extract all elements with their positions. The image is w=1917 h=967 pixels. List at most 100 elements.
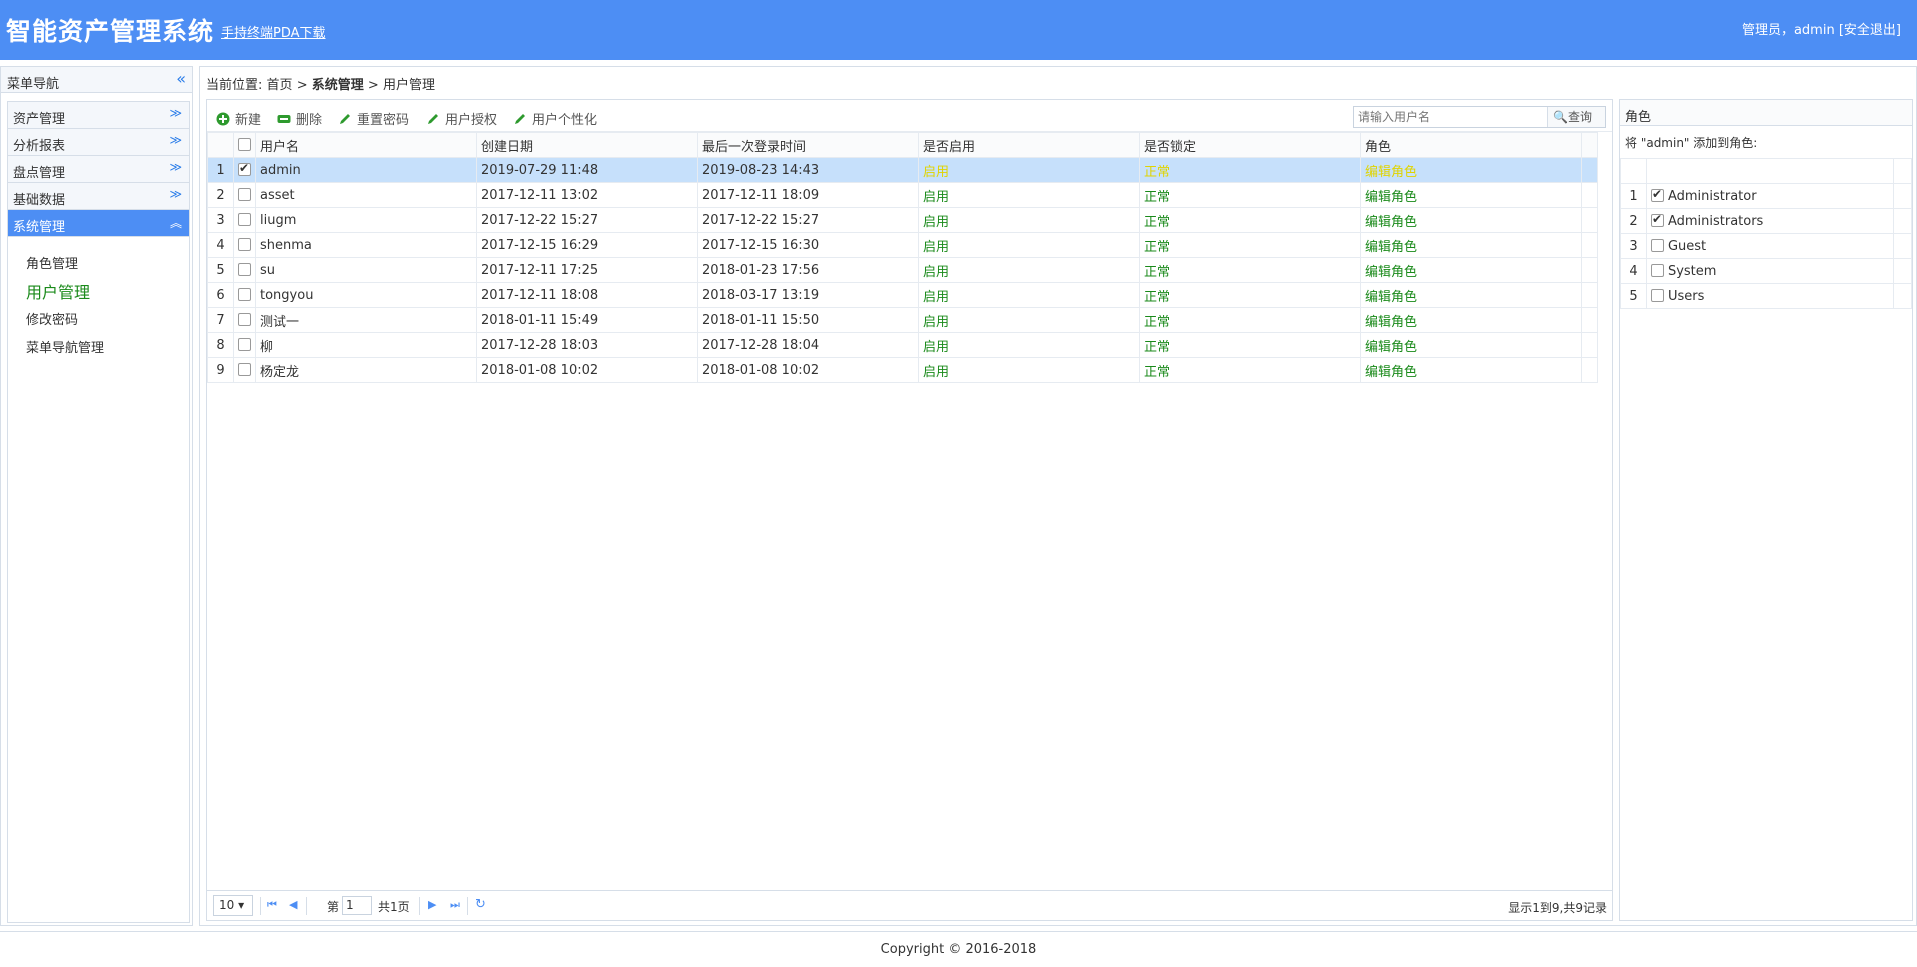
enabled-cell: 启用 [918, 357, 1140, 383]
role-row[interactable]: 4 System [1620, 258, 1912, 284]
row-checkbox-cell[interactable] [233, 182, 256, 208]
role-cell[interactable]: Users [1645, 283, 1895, 309]
sidebar-item-menu-management[interactable]: 菜单导航管理 [8, 335, 189, 363]
sidebar-section-assets[interactable]: 资产管理 ≫ [8, 102, 189, 129]
role-header-cell [1645, 158, 1895, 184]
select-all-checkbox[interactable] [238, 137, 251, 151]
role-checkbox[interactable] [1650, 212, 1664, 227]
table-row[interactable]: 4 shenma 2017-12-15 16:29 2017-12-15 16:30 启… [207, 232, 1598, 258]
table-row[interactable]: 1 admin2019-07-29 11:482019-08-23 14:43启用… [207, 157, 1598, 183]
table-row[interactable]: 6 tongyou 2017-12-11 18:08 2018-03-17 13:19… [207, 282, 1598, 308]
pager-divider [260, 897, 261, 915]
sidebar-section-reports[interactable]: 分析报表 ≫ [8, 129, 189, 156]
role-row[interactable]: 1 Administrator [1620, 183, 1912, 209]
row-checkbox[interactable] [238, 237, 251, 251]
locked-cell: 正常 [1139, 207, 1361, 233]
page-size-select[interactable]: 10 ▾ [213, 895, 253, 916]
user-table: 用户名 创建日期 最后一次登录时间 是否启用 是否锁定 角色 1admin201… [207, 132, 1598, 383]
header-role[interactable]: 角色 [1360, 132, 1582, 158]
reset-password-button[interactable]: 重置密码 [338, 109, 409, 128]
row-checkbox[interactable] [238, 212, 251, 226]
user-personalize-button[interactable]: 用户个性化 [513, 109, 597, 128]
delete-button[interactable]: 删除 [277, 109, 322, 128]
header-created[interactable]: 创建日期 [476, 132, 698, 158]
page-total: 共1页 [378, 900, 410, 914]
double-chevron-left-icon[interactable]: « [176, 69, 186, 88]
role-row[interactable]: 3 Guest [1620, 233, 1912, 259]
role-row[interactable]: 5 Users [1620, 283, 1912, 309]
table-row[interactable]: 2 asset 2017-12-11 13:02 2017-12-11 18:09 启用… [207, 182, 1598, 208]
row-checkbox-cell[interactable] [233, 282, 256, 308]
row-checkbox[interactable] [238, 337, 251, 351]
row-checkbox[interactable] [238, 161, 251, 176]
sidebar-section-basedata[interactable]: 基础数据 ≫ [8, 183, 189, 210]
row-checkbox[interactable] [238, 362, 251, 376]
role-cell[interactable]: Administrator [1645, 183, 1895, 209]
header-enabled[interactable]: 是否启用 [918, 132, 1140, 158]
role-cell[interactable]: System [1645, 258, 1895, 284]
first-page-icon[interactable]: ⏮ [267, 898, 277, 912]
edit-role-link[interactable]: 编辑角色 [1360, 282, 1582, 308]
table-row[interactable]: 5 su 2017-12-11 17:25 2018-01-23 17:56 启用 正常编… [207, 257, 1598, 283]
row-checkbox[interactable] [238, 187, 251, 201]
table-row[interactable]: 3 liugm 2017-12-22 15:27 2017-12-22 15:27 启用… [207, 207, 1598, 233]
row-checkbox-cell[interactable] [233, 232, 256, 258]
role-checkbox[interactable] [1650, 238, 1664, 252]
row-number: 6 [207, 282, 234, 308]
enabled-cell: 启用 [918, 182, 1140, 208]
page-prefix: 第 [327, 900, 340, 914]
sidebar-section-system[interactable]: 系统管理 ︽ [8, 210, 189, 237]
prev-page-icon[interactable]: ◀ [289, 898, 297, 911]
breadcrumb-home[interactable]: 首页 [267, 78, 293, 93]
edit-role-link[interactable]: 编辑角色 [1360, 207, 1582, 233]
edit-role-link[interactable]: 编辑角色 [1360, 257, 1582, 283]
row-checkbox[interactable] [238, 287, 251, 301]
logout-link[interactable]: [安全退出] [1839, 23, 1901, 38]
role-checkbox[interactable] [1650, 187, 1664, 202]
edit-role-link[interactable]: 编辑角色 [1360, 157, 1582, 183]
header-locked[interactable]: 是否锁定 [1139, 132, 1361, 158]
next-page-icon[interactable]: ▶ [428, 898, 436, 911]
table-row[interactable]: 7 测试一 2018-01-11 15:49 2018-01-11 15:50 启用 正常… [207, 307, 1598, 333]
refresh-icon[interactable]: ↻ [475, 897, 486, 912]
role-cell[interactable]: Guest [1645, 233, 1895, 259]
row-checkbox-cell[interactable] [233, 257, 256, 283]
breadcrumb-system: 系统管理 [311, 78, 364, 93]
page-number-input[interactable]: 1 [342, 896, 372, 915]
header-checkbox[interactable] [233, 132, 256, 158]
role-checkbox[interactable] [1650, 288, 1664, 302]
edit-role-link[interactable]: 编辑角色 [1360, 332, 1582, 358]
sidebar-item-change-password[interactable]: 修改密码 [8, 307, 189, 335]
row-checkbox-cell[interactable] [233, 332, 256, 358]
row-number: 2 [207, 182, 234, 208]
edit-role-link[interactable]: 编辑角色 [1360, 357, 1582, 383]
row-checkbox-cell[interactable] [233, 157, 256, 183]
sidebar-item-user-management[interactable]: 用户管理 [8, 279, 189, 307]
search-input[interactable] [1354, 107, 1548, 127]
header-last-login[interactable]: 最后一次登录时间 [697, 132, 919, 158]
new-button[interactable]: 新建 [216, 109, 261, 128]
search-button[interactable]: 🔍查询 [1548, 107, 1605, 127]
role-cell[interactable]: Administrators [1645, 208, 1895, 234]
row-checkbox-cell[interactable] [233, 207, 256, 233]
sidebar-section-inventory[interactable]: 盘点管理 ≫ [8, 156, 189, 183]
row-checkbox-cell[interactable] [233, 307, 256, 333]
enabled-cell: 启用 [918, 307, 1140, 333]
role-checkbox[interactable] [1650, 263, 1664, 277]
last-page-icon[interactable]: ⏭ [450, 898, 460, 912]
header-username[interactable]: 用户名 [255, 132, 477, 158]
row-checkbox-cell[interactable] [233, 357, 256, 383]
edit-role-link[interactable]: 编辑角色 [1360, 232, 1582, 258]
edit-role-link[interactable]: 编辑角色 [1360, 182, 1582, 208]
row-checkbox[interactable] [238, 312, 251, 326]
sidebar-section-label: 盘点管理 [13, 166, 66, 181]
edit-role-link[interactable]: 编辑角色 [1360, 307, 1582, 333]
table-row[interactable]: 9 杨定龙 2018-01-08 10:02 2018-01-08 10:02 启用 正常… [207, 357, 1598, 383]
sidebar-item-role-management[interactable]: 角色管理 [8, 251, 189, 279]
role-row[interactable]: 2 Administrators [1620, 208, 1912, 234]
user-authorize-button[interactable]: 用户授权 [426, 109, 497, 128]
table-row[interactable]: 8 柳 2017-12-28 18:03 2017-12-28 18:04 启用 正常 编辑… [207, 332, 1598, 358]
last-login-cell: 2017-12-28 18:04 [697, 332, 919, 358]
pda-download-link[interactable]: 手持终端PDA下载 [221, 22, 326, 41]
row-checkbox[interactable] [238, 262, 251, 276]
